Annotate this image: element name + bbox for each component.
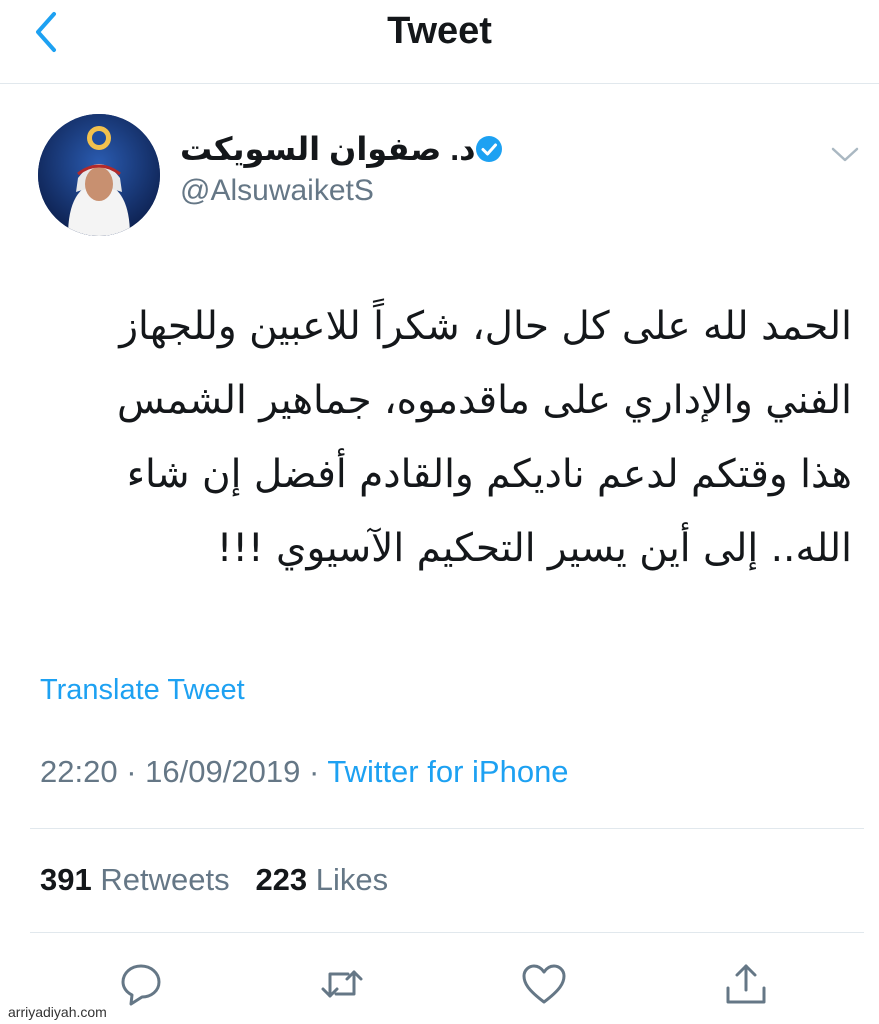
tweet-source-link[interactable]: Twitter for iPhone xyxy=(327,754,568,789)
tweet-line: هذا وقتكم لدعم ناديكم والقادم أفضل إن شا… xyxy=(126,452,852,497)
more-options-button[interactable] xyxy=(828,140,862,168)
engagement-stats: 391 Retweets 223 Likes xyxy=(40,862,388,898)
tweet-text: الحمد لله على كل حال، شكراً للاعبين وللج… xyxy=(40,290,852,586)
tweet-date: 16/09/2019 xyxy=(145,754,301,789)
divider xyxy=(30,932,864,933)
avatar-image xyxy=(38,114,160,236)
share-button[interactable] xyxy=(722,960,770,1008)
avatar[interactable] xyxy=(38,114,160,236)
like-button[interactable] xyxy=(520,960,568,1008)
tweet-timestamp-row: 22:20 · 16/09/2019 · Twitter for iPhone xyxy=(40,754,569,790)
reply-button[interactable] xyxy=(117,960,165,1008)
retweets-stat[interactable]: 391 Retweets xyxy=(40,862,230,897)
translate-tweet-link[interactable]: Translate Tweet xyxy=(40,674,245,707)
chevron-down-icon xyxy=(831,147,859,162)
watermark: arriyadiyah.com xyxy=(8,1004,107,1020)
share-icon xyxy=(726,964,766,1004)
tweet-line: الله.. إلى أين يسير التحكيم الآسيوي !!! xyxy=(216,526,852,571)
retweets-label: Retweets xyxy=(100,862,230,897)
retweets-count: 391 xyxy=(40,862,92,897)
author-name[interactable]: د. صفوان السويكت xyxy=(180,130,476,168)
retweet-icon xyxy=(321,970,363,998)
reply-icon xyxy=(121,964,161,1006)
retweet-button[interactable] xyxy=(318,960,366,1008)
page-title: Tweet xyxy=(387,10,492,52)
author-name-row[interactable]: د. صفوان السويكت xyxy=(180,130,510,170)
divider xyxy=(30,828,864,829)
author-handle[interactable]: @AlsuwaiketS xyxy=(180,174,374,208)
tweet-line: الفني والإداري على ماقدموه، جماهير الشمس xyxy=(117,378,852,423)
tweet-line: الحمد لله على كل حال، شكراً للاعبين وللج… xyxy=(119,304,852,349)
like-icon xyxy=(522,964,566,1004)
likes-label: Likes xyxy=(315,862,389,897)
likes-count: 223 xyxy=(255,862,308,897)
likes-stat[interactable]: 223 Likes xyxy=(255,862,388,897)
tweet-time: 22:20 xyxy=(40,754,118,789)
meta-separator: · xyxy=(308,754,320,789)
top-navigation-bar: Tweet xyxy=(0,0,879,84)
verified-badge-icon xyxy=(476,136,502,162)
meta-separator: · xyxy=(126,754,137,789)
